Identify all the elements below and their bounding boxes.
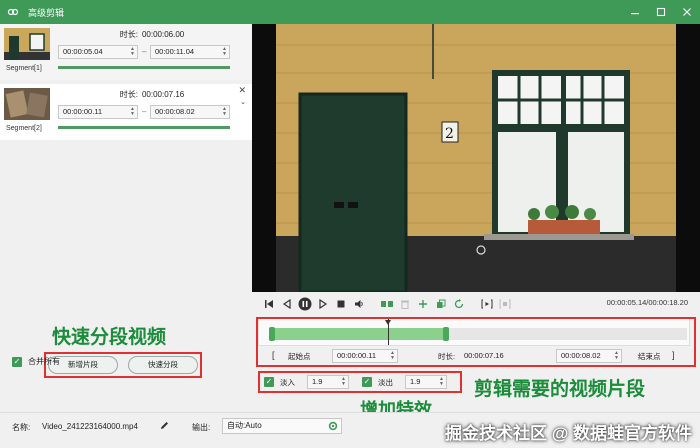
- watermark: 掘金技术社区 @ 数据蛙官方软件: [444, 424, 692, 443]
- mark-in-icon[interactable]: [480, 297, 494, 311]
- add-icon[interactable]: [416, 297, 430, 311]
- collapse-icon[interactable]: ⌄: [240, 98, 246, 106]
- split-clip-icon[interactable]: [380, 297, 394, 311]
- fade-in-label: 淡入: [280, 377, 295, 387]
- segment-duration: 时长: 00:00:07.16: [60, 89, 240, 100]
- segment-item[interactable]: Segment[2] 时长: 00:00:07.16 00:00:00.11 ▲ ▼…: [0, 84, 252, 140]
- window-controls: [628, 0, 694, 24]
- fade-out-label: 淡出: [378, 377, 393, 387]
- time-stepper-icon[interactable]: ▲ ▼: [390, 351, 395, 361]
- segment-item[interactable]: Segment[1] 时长: 00:00:06.00 00:00:05.04 ▲ ▼…: [0, 24, 252, 80]
- duration-value: 00:00:06.00: [141, 30, 185, 39]
- segment-start-time[interactable]: 00:00:05.04 ▲ ▼: [58, 45, 138, 59]
- skip-to-start-icon[interactable]: [262, 297, 276, 311]
- bottom-bar: 名称: Video_241223164000.mp4 输出: 自动:Auto 掘…: [0, 412, 700, 448]
- checkbox-checked-icon[interactable]: ✓: [362, 377, 372, 387]
- app-logo-icon: [6, 5, 20, 19]
- time-stepper-icon[interactable]: ▲ ▼: [222, 47, 227, 57]
- segment-thumbnail: [4, 88, 50, 120]
- segment-progress: [58, 126, 230, 129]
- stop-icon[interactable]: [334, 297, 348, 311]
- start-bracket-icon: [: [272, 350, 275, 360]
- trim-points-row: [ 起始点 00:00:00.11 ▲ ▼ 时长: 00:00:07.16 00:…: [258, 347, 690, 365]
- time-separator: –: [142, 107, 147, 116]
- delete-icon[interactable]: [398, 297, 412, 311]
- start-time-value: 00:00:00.11: [63, 107, 103, 116]
- pause-icon[interactable]: [298, 297, 312, 311]
- duration-label: 时长:: [119, 90, 138, 99]
- end-point-button[interactable]: 结束点: [638, 351, 661, 362]
- remove-segment-icon[interactable]: ✕: [238, 85, 246, 96]
- playback-controls: 00:00:05.14/00:00:18.20: [252, 292, 700, 316]
- next-frame-icon[interactable]: [316, 297, 330, 311]
- advanced-editor-window: 高级剪辑 Segment[1] 时长: 00:00:06.00 00:00:05…: [0, 0, 700, 448]
- maximize-icon[interactable]: [654, 5, 668, 19]
- settings-gear-icon[interactable]: [328, 421, 338, 436]
- name-label: 名称:: [12, 423, 31, 432]
- start-time-value: 00:00:05.04: [63, 47, 103, 56]
- start-time-input[interactable]: 00:00:00.11 ▲ ▼: [332, 349, 398, 363]
- stepper-icon[interactable]: ▲ ▼: [439, 377, 444, 387]
- duration-label: 时长:: [438, 352, 456, 361]
- volume-icon[interactable]: [352, 297, 366, 311]
- output-select[interactable]: 自动:Auto: [222, 418, 342, 434]
- fade-out-value: 1.9: [410, 377, 421, 386]
- end-time-value: 00:00:08.02: [561, 351, 601, 360]
- checkbox-checked-icon[interactable]: ✓: [12, 356, 22, 367]
- file-name: Video_241223164000.mp4: [42, 422, 138, 431]
- start-time-value: 00:00:00.11: [337, 351, 377, 360]
- end-bracket-icon: ]: [672, 350, 675, 360]
- end-time-input[interactable]: 00:00:08.02 ▲ ▼: [556, 349, 622, 363]
- output-label: 输出:: [192, 423, 211, 432]
- start-point-button[interactable]: 起始点: [288, 351, 311, 362]
- annotation-quick-split: 快速分段视频: [52, 327, 167, 348]
- segment-start-time[interactable]: 00:00:00.11 ▲ ▼: [58, 105, 138, 119]
- window-title: 高级剪辑: [28, 7, 65, 18]
- end-time-value: 00:00:11.04: [155, 47, 195, 56]
- fade-in-input[interactable]: 1.9 ▲ ▼: [307, 375, 349, 389]
- title-bar: 高级剪辑: [0, 0, 700, 24]
- stepper-icon[interactable]: ▲ ▼: [341, 377, 346, 387]
- duration-value: 00:00:07.16: [464, 351, 504, 360]
- minimize-icon[interactable]: [628, 5, 642, 19]
- segment-end-time[interactable]: 00:00:11.04 ▲ ▼: [150, 45, 230, 59]
- mark-out-icon[interactable]: [498, 297, 512, 311]
- time-stepper-icon[interactable]: ▲ ▼: [614, 351, 619, 361]
- segment-end-time[interactable]: 00:00:08.02 ▲ ▼: [150, 105, 230, 119]
- house-number: 2: [445, 126, 454, 142]
- segment-thumbnail: [4, 28, 50, 60]
- reset-icon[interactable]: [452, 297, 466, 311]
- playback-time: 00:00:05.14/00:00:18.20: [606, 298, 688, 307]
- merge-all-checkbox[interactable]: ✓ 合并所有: [12, 356, 60, 367]
- fade-out-input[interactable]: 1.9 ▲ ▼: [405, 375, 447, 389]
- time-stepper-icon[interactable]: ▲ ▼: [130, 107, 135, 117]
- edit-name-icon[interactable]: [160, 421, 169, 432]
- segment-label: Segment[2]: [6, 125, 42, 132]
- time-stepper-icon[interactable]: ▲ ▼: [130, 47, 135, 57]
- merge-all-label: 合并所有: [28, 357, 60, 366]
- end-time-value: 00:00:08.02: [155, 107, 195, 116]
- time-stepper-icon[interactable]: ▲ ▼: [222, 107, 227, 117]
- fade-in-control[interactable]: ✓ 淡入 1.9 ▲ ▼: [264, 374, 349, 390]
- fade-out-control[interactable]: ✓ 淡出 1.9 ▲ ▼: [362, 374, 447, 390]
- fade-in-value: 1.9: [312, 377, 323, 386]
- close-icon[interactable]: [680, 5, 694, 19]
- copy-icon[interactable]: [434, 297, 448, 311]
- output-value: 自动:Auto: [227, 421, 262, 430]
- duration-label: 时长:: [119, 30, 138, 39]
- segment-panel: Segment[1] 时长: 00:00:06.00 00:00:05.04 ▲ ▼…: [0, 24, 252, 408]
- time-separator: –: [142, 47, 147, 56]
- video-preview[interactable]: 2: [252, 24, 700, 292]
- previous-frame-icon[interactable]: [280, 297, 294, 311]
- fast-split-button[interactable]: 快速分段: [128, 356, 198, 374]
- segment-label: Segment[1]: [6, 65, 42, 72]
- annotation-trim-needed: 剪辑需要的视频片段: [474, 379, 646, 400]
- checkbox-checked-icon[interactable]: ✓: [264, 377, 274, 387]
- segment-duration: 时长: 00:00:06.00: [60, 29, 240, 40]
- segment-progress: [58, 66, 230, 69]
- duration-value: 00:00:07.16: [141, 90, 185, 99]
